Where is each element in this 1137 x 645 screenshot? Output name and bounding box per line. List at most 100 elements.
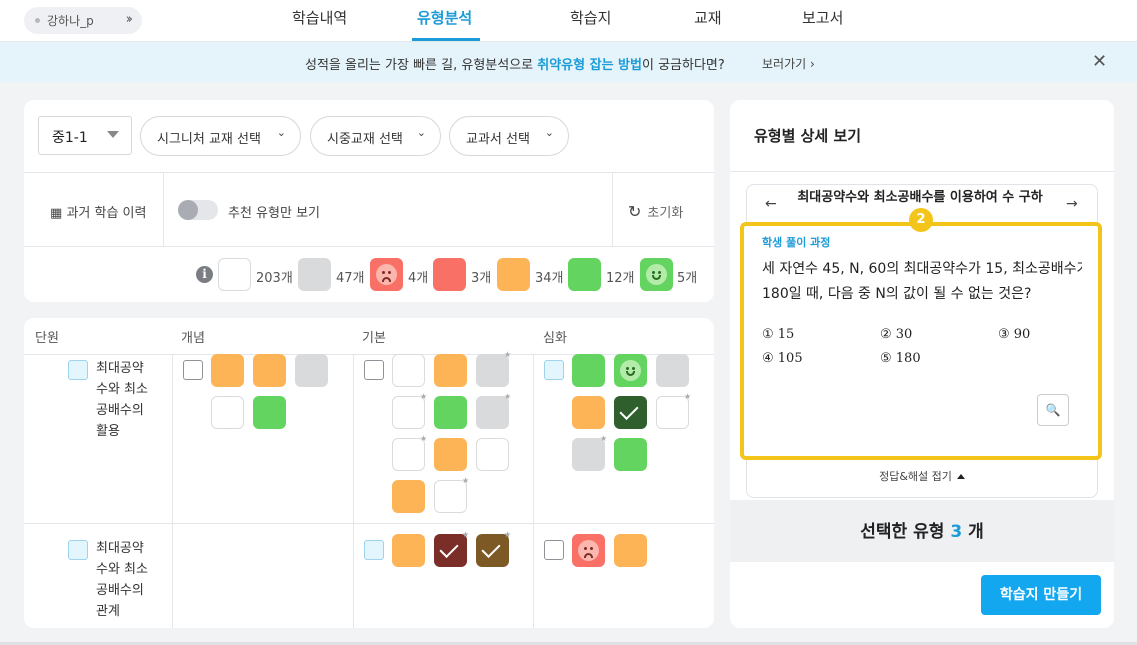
unit-name: 최대공약 수와 최소 공배수의 활용 [96,358,148,442]
step-badge: 2 [909,208,933,232]
star-icon: ★ [504,350,512,359]
advanced-checkbox[interactable] [544,360,564,380]
legend-green-face [640,258,673,291]
banner-link[interactable]: 보러가기 › [762,55,815,72]
recommend-toggle[interactable] [178,200,218,220]
type-cell[interactable] [476,438,509,471]
star-icon: ★ [684,392,692,401]
answer-toggle[interactable]: 정답&해설 접기 [746,468,1098,484]
zoom-icon[interactable]: 🔍 [1037,394,1069,426]
divider [24,246,714,247]
type-cell[interactable] [295,354,328,387]
type-cell[interactable] [572,354,605,387]
unit-line: 활용 [96,424,120,439]
legend-count: 47개 [336,271,365,286]
type-cell[interactable] [211,396,244,429]
type-cell-selected[interactable] [614,396,647,429]
type-cell[interactable] [253,396,286,429]
type-cell[interactable] [434,396,467,429]
basic-checkbox[interactable] [364,360,384,380]
star-icon: ★ [420,392,428,401]
selected-count-bar: 선택한 유형 3 개 [730,500,1114,562]
unit-line: 공배수의 [96,403,144,418]
chevron-down-icon: ⌄ [544,126,554,139]
type-cell[interactable] [434,354,467,387]
market-book-select[interactable]: 시중교재 선택 ⌄ [310,116,441,156]
legend-red-face [370,258,403,291]
tab-worksheet[interactable]: 학습지 [570,7,611,28]
arrow-right-icon[interactable]: → [1066,196,1078,212]
header-advanced: 심화 [543,331,567,346]
type-cell[interactable] [572,396,605,429]
active-tab-indicator [412,38,480,41]
selected-prefix: 선택한 유형 [860,522,945,542]
double-chevron-right-icon[interactable]: ›› [126,12,134,27]
header-unit: 단원 [35,331,59,346]
concept-checkbox[interactable] [183,360,203,380]
divider [24,172,714,173]
history-label: 과거 학습 이력 [66,206,147,221]
school-book-select[interactable]: 교과서 선택 ⌄ [449,116,569,156]
smile-face-icon [646,264,667,285]
type-cell[interactable] [392,354,425,387]
status-dot-icon [35,18,40,23]
chevron-down-icon: ⌄ [416,126,426,139]
answer-toggle-label: 정답&해설 접기 [879,470,952,483]
unit-line: 최대공약 [96,361,144,376]
type-cell[interactable] [614,438,647,471]
selected-suffix: 개 [968,522,984,542]
divider [24,354,714,355]
signature-book-select[interactable]: 시그니처 교재 선택 ⌄ [140,116,301,156]
promo-banner: 성적을 올리는 가장 빠른 길, 유형분석으로 취약유형 잡는 방법이 궁금하다… [0,42,1137,82]
question-text: 세 자연수 45, N, 60의 최대공약수가 15, 최소공배수가 180일 … [762,257,1082,307]
unit-checkbox[interactable] [68,360,88,380]
type-cell[interactable] [572,534,605,567]
legend-count: 3개 [471,271,492,286]
top-navigation: 강하나_p ›› 학습내역 유형분석 학습지 교재 보고서 [0,0,1137,42]
unit-line: 공배수의 [96,583,144,598]
legend-count: 34개 [535,271,564,286]
type-cell[interactable] [211,354,244,387]
legend-count: 203개 [256,271,293,286]
basic-checkbox[interactable] [364,540,384,560]
grade-value: 중1-1 [52,130,88,146]
tab-textbook[interactable]: 교재 [694,7,722,28]
reset-button[interactable]: ↻ 초기화 [628,202,683,221]
selected-count: 3 [950,522,963,542]
question-line: 180일 때, 다음 중 N의 값이 될 수 없는 것은? [762,286,1032,302]
make-worksheet-button[interactable]: 학습지 만들기 [981,575,1101,615]
user-selector[interactable]: 강하나_p ›› [24,7,142,34]
reset-label: 초기화 [647,206,684,221]
divider [730,171,1114,172]
star-icon: ★ [420,434,428,443]
arrow-left-icon[interactable]: ← [765,196,777,212]
calendar-icon: ▦ [50,206,63,221]
sad-face-icon [376,264,397,285]
triangle-up-icon [956,474,965,479]
type-cell[interactable] [392,534,425,567]
tab-report[interactable]: 보고서 [802,7,843,28]
type-cell[interactable] [656,354,689,387]
unit-name: 최대공약 수와 최소 공배수의 관계 [96,538,148,622]
advanced-checkbox[interactable] [544,540,564,560]
unit-line: 최대공약 [96,541,144,556]
header-concept: 개념 [181,331,205,346]
type-cell[interactable] [434,438,467,471]
grade-select[interactable]: 중1-1 [38,116,132,155]
type-cell[interactable] [392,480,425,513]
close-icon[interactable]: ✕ [1092,51,1107,72]
tab-type-analysis[interactable]: 유형분석 [417,7,472,28]
divider [612,172,613,246]
star-icon: ★ [462,530,470,539]
star-icon: ★ [600,434,608,443]
choice: ④ 105 [762,351,803,366]
star-icon: ★ [504,392,512,401]
info-icon[interactable]: i [196,266,213,283]
type-cell[interactable] [253,354,286,387]
detail-panel: 유형별 상세 보기 ← 최대공약수와 최소공배수를 이용하여 수 구하 → 2 … [730,100,1114,628]
history-button[interactable]: ▦ 과거 학습 이력 [50,202,146,221]
tab-study-history[interactable]: 학습내역 [292,7,347,28]
type-cell[interactable] [614,354,647,387]
type-cell[interactable] [614,534,647,567]
unit-checkbox[interactable] [68,540,88,560]
